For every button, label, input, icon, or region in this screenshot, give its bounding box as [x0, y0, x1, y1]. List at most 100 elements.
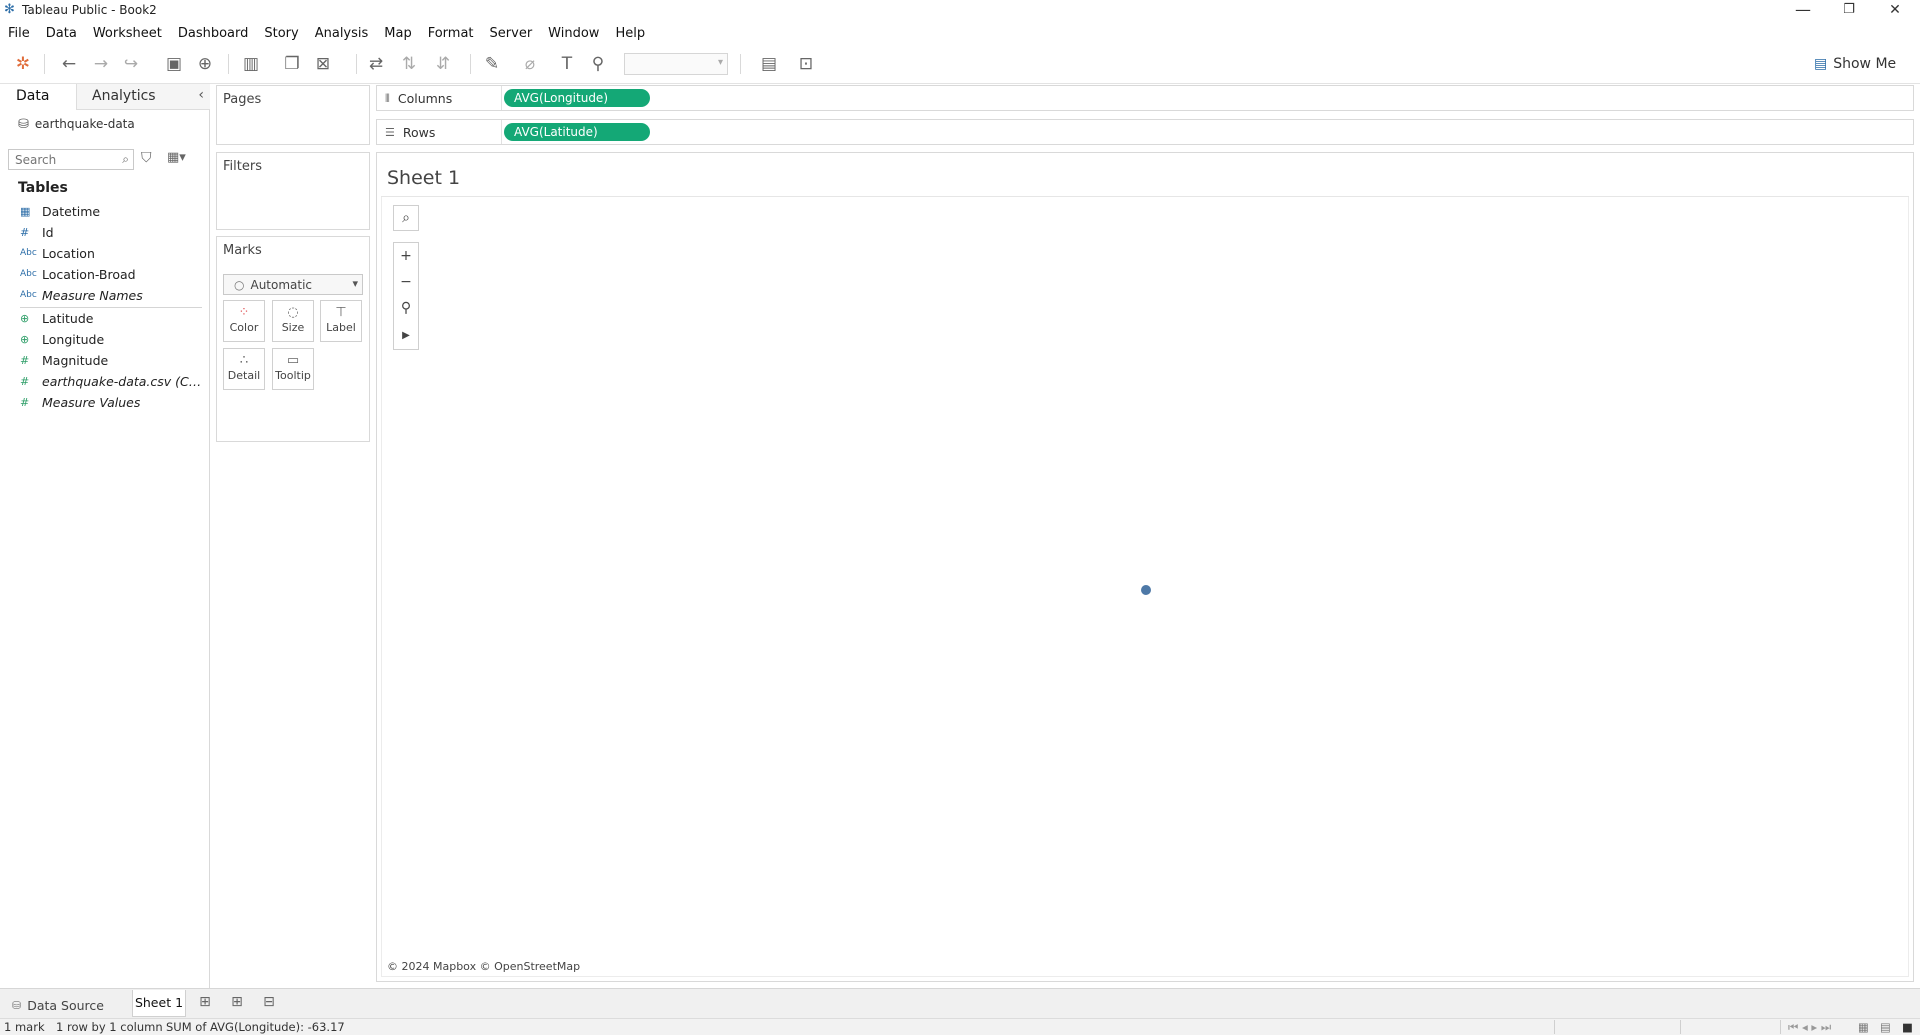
size-icon: ◌: [287, 305, 299, 320]
menu-worksheet[interactable]: Worksheet: [93, 26, 162, 41]
field-location[interactable]: Abc Location: [20, 243, 204, 263]
field-location-broad[interactable]: Abc Location-Broad: [20, 264, 204, 284]
shelf-divider: [501, 86, 502, 110]
view-options-icon[interactable]: ▦▾: [167, 150, 186, 165]
columns-shelf[interactable]: ⦀ Columns AVG(Longitude): [376, 85, 1914, 111]
save-icon[interactable]: ▣: [162, 53, 186, 75]
show-cards-icon[interactable]: ▤: [754, 53, 784, 75]
replay-icon[interactable]: ↪: [119, 53, 143, 75]
label-icon: ⊤: [335, 305, 347, 320]
zoom-out-icon[interactable]: −: [394, 269, 418, 295]
status-sum: SUM of AVG(Longitude): -63.17: [166, 1020, 345, 1034]
tab-data-source[interactable]: ⛁ Data Source: [4, 993, 112, 1017]
fix-axes-icon[interactable]: ⚲: [586, 53, 610, 75]
menu-file[interactable]: File: [8, 26, 30, 41]
tables-heading: Tables: [18, 180, 68, 196]
rows-pill[interactable]: AVG(Latitude): [504, 123, 650, 141]
filter-icon[interactable]: ⛉: [141, 150, 152, 166]
collapse-pane-icon[interactable]: ‹: [198, 87, 204, 103]
expand-toolbar-icon[interactable]: ▶: [394, 323, 418, 349]
filters-card[interactable]: Filters: [216, 152, 370, 230]
columns-pill[interactable]: AVG(Longitude): [504, 89, 650, 107]
size-button[interactable]: ◌ Size: [272, 300, 314, 342]
field-measure-names[interactable]: Abc Measure Names: [20, 285, 204, 305]
mark-type-dropdown[interactable]: ○ Automatic ▾: [223, 274, 363, 295]
sheet-title[interactable]: Sheet 1: [387, 167, 460, 189]
new-dashboard-icon[interactable]: ⊞: [226, 994, 248, 1014]
menu-dashboard[interactable]: Dashboard: [178, 26, 249, 41]
restore-button[interactable]: ❐: [1826, 0, 1872, 22]
menu-format[interactable]: Format: [428, 26, 474, 41]
calendar-icon: ▦: [20, 204, 31, 218]
duplicate-sheet-icon[interactable]: ❐: [280, 53, 304, 75]
close-button[interactable]: ✕: [1872, 0, 1918, 22]
tabs-view-icon[interactable]: ■: [1902, 1020, 1913, 1034]
sheet-sorter-icon[interactable]: ▦: [1858, 1020, 1869, 1034]
menu-help[interactable]: Help: [615, 26, 645, 41]
menu-server[interactable]: Server: [490, 26, 533, 41]
label-button[interactable]: ⊤ Label: [320, 300, 362, 342]
group-members-icon[interactable]: ⌀: [518, 53, 542, 75]
clear-sheet-icon[interactable]: ⊠: [311, 53, 335, 75]
map-controls: + − ⚲ ▶: [393, 242, 419, 350]
menu-map[interactable]: Map: [384, 26, 411, 41]
menu-story[interactable]: Story: [264, 26, 298, 41]
swap-rows-columns-icon[interactable]: ⇄: [364, 53, 388, 75]
tooltip-icon: ▭: [286, 353, 300, 368]
field-datetime[interactable]: ▦ Datetime: [20, 201, 204, 221]
sheet-tabs-bar: ⛁ Data Source Sheet 1 ⊞ ⊞ ⊟: [0, 988, 1920, 1018]
search-field[interactable]: ⌕: [8, 149, 134, 170]
marks-card-title: Marks: [223, 243, 262, 258]
tableau-home-icon[interactable]: ✲: [11, 53, 35, 75]
show-mark-labels-icon[interactable]: T: [555, 53, 579, 75]
datasource-icon: ⛁: [18, 116, 29, 132]
datasource-item[interactable]: ⛁ earthquake-data: [18, 115, 135, 133]
new-worksheet-icon[interactable]: ⊞: [194, 994, 216, 1014]
rows-shelf-label: ☰ Rows: [385, 125, 436, 140]
pin-icon[interactable]: ⚲: [394, 295, 418, 321]
new-story-icon[interactable]: ⊟: [258, 994, 280, 1014]
field-magnitude[interactable]: # Magnitude: [20, 350, 204, 370]
detail-button[interactable]: ∴ Detail: [223, 348, 265, 390]
zoom-in-icon[interactable]: +: [394, 243, 418, 269]
globe-icon: ⊕: [20, 332, 30, 346]
sort-descending-icon[interactable]: ⇵: [431, 53, 455, 75]
menu-analysis[interactable]: Analysis: [315, 26, 369, 41]
field-measure-values[interactable]: # Measure Values: [20, 392, 204, 412]
map-attribution[interactable]: © 2024 Mapbox © OpenStreetMap: [387, 960, 580, 973]
map-data-point[interactable]: [1141, 585, 1151, 595]
highlight-icon[interactable]: ✎: [480, 53, 504, 75]
pages-card[interactable]: Pages: [216, 85, 370, 145]
field-longitude[interactable]: ⊕ Longitude: [20, 329, 204, 349]
show-me-button[interactable]: ▤ Show Me: [1814, 53, 1896, 75]
field-id[interactable]: # Id: [20, 222, 204, 242]
tab-analytics[interactable]: Analytics ‹: [76, 84, 210, 110]
search-input[interactable]: [9, 150, 109, 169]
field-latitude[interactable]: ⊕ Latitude: [20, 308, 204, 328]
chevron-down-icon: ▾: [352, 277, 358, 290]
map-search-icon[interactable]: ⌕: [393, 205, 419, 231]
minimize-button[interactable]: —: [1780, 0, 1826, 22]
filmstrip-icon[interactable]: ▤: [1880, 1020, 1891, 1034]
presentation-mode-icon[interactable]: ⊡: [794, 53, 818, 75]
redo-icon[interactable]: →: [89, 53, 113, 75]
fit-dropdown[interactable]: ▾: [624, 53, 728, 75]
bar-chart-icon: ▤: [1814, 56, 1828, 72]
field-record-count[interactable]: # earthquake-data.csv (Cou...: [20, 371, 204, 391]
sheet-navigation-icon[interactable]: ⏮ ◂ ▸ ⏭: [1788, 1020, 1831, 1035]
sort-ascending-icon[interactable]: ⇅: [397, 53, 421, 75]
undo-icon[interactable]: ←: [57, 53, 81, 75]
color-button[interactable]: ⁘ Color: [223, 300, 265, 342]
menu-data[interactable]: Data: [46, 26, 77, 41]
tooltip-button[interactable]: ▭ Tooltip: [272, 348, 314, 390]
toolbar-divider: [470, 54, 471, 74]
tab-sheet-1[interactable]: Sheet 1: [132, 990, 186, 1017]
new-datasource-icon[interactable]: ⊕: [193, 53, 217, 75]
rows-shelf[interactable]: ☰ Rows AVG(Latitude): [376, 119, 1914, 145]
tab-data[interactable]: Data: [0, 84, 76, 110]
toolbar-divider: [228, 54, 229, 74]
datasource-name: earthquake-data: [34, 117, 135, 131]
menu-window[interactable]: Window: [548, 26, 599, 41]
status-bar: 1 mark 1 row by 1 column SUM of AVG(Long…: [0, 1018, 1920, 1035]
new-worksheet-icon[interactable]: ▥: [239, 53, 263, 75]
